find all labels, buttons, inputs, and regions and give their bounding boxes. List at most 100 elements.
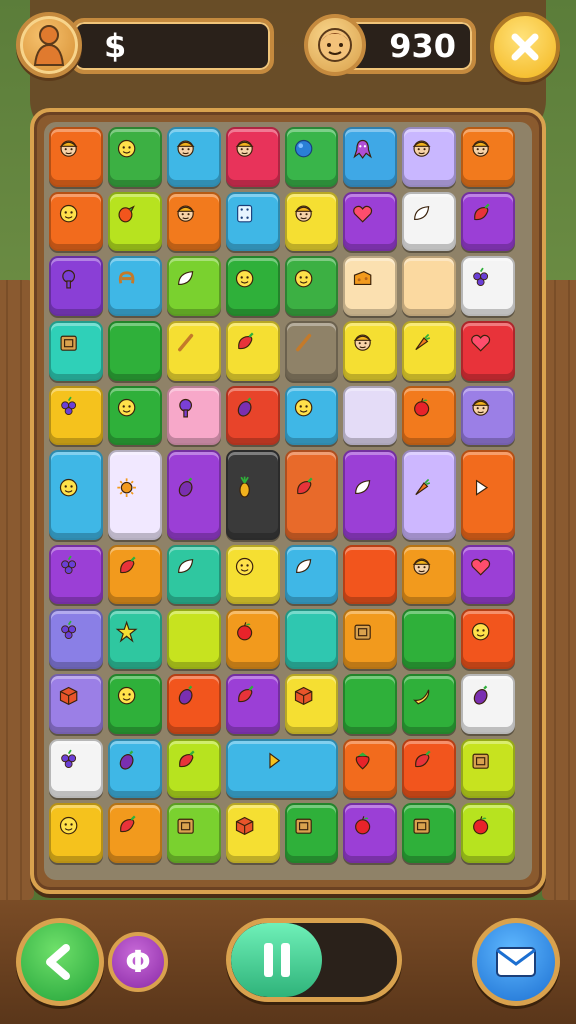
tile-star[interactable] xyxy=(107,609,162,670)
tile-cheese[interactable] xyxy=(343,256,398,316)
tile-person[interactable] xyxy=(166,191,221,252)
tile-ball[interactable] xyxy=(284,127,339,187)
tile-box[interactable] xyxy=(284,803,339,863)
tile-face[interactable] xyxy=(461,609,515,670)
tile-box[interactable] xyxy=(166,803,221,863)
tile-apple[interactable] xyxy=(225,609,280,670)
tile-pepper[interactable] xyxy=(402,738,457,799)
tile-play[interactable] xyxy=(461,450,515,540)
tile-pepper[interactable] xyxy=(107,544,162,605)
tile-none[interactable] xyxy=(107,320,162,381)
tile-leaf[interactable] xyxy=(402,191,457,252)
tile-grapes[interactable] xyxy=(461,256,515,316)
tile-sun[interactable] xyxy=(107,450,162,540)
tile-carrot[interactable] xyxy=(402,320,457,381)
tile-face[interactable] xyxy=(284,385,339,446)
tile-box[interactable] xyxy=(402,803,457,863)
tile-leaf[interactable] xyxy=(284,544,339,605)
tile-flag[interactable] xyxy=(225,738,339,799)
tile-box[interactable] xyxy=(343,609,398,670)
tile-pepper[interactable] xyxy=(225,674,280,734)
tile-cube[interactable] xyxy=(49,674,103,734)
tile-pineapple[interactable] xyxy=(225,450,280,540)
tile-pepper[interactable] xyxy=(107,803,162,863)
tile-none[interactable] xyxy=(166,609,221,670)
tile-face[interactable] xyxy=(225,544,280,605)
tile-pepper[interactable] xyxy=(461,191,515,252)
tile-person[interactable] xyxy=(343,320,398,381)
pause-toggle[interactable] xyxy=(226,918,402,1002)
tile-person[interactable] xyxy=(284,191,339,252)
tile-apple[interactable] xyxy=(461,803,515,863)
person-icon xyxy=(410,555,449,594)
tile-eggplant[interactable] xyxy=(461,674,515,734)
flag-icon xyxy=(263,749,302,788)
tile-grapes[interactable] xyxy=(49,544,103,605)
tile-tree[interactable] xyxy=(49,256,103,316)
special-button[interactable]: Φ xyxy=(108,932,168,992)
tile-pretzel[interactable] xyxy=(107,256,162,316)
tile-person[interactable] xyxy=(402,127,457,187)
close-icon[interactable] xyxy=(490,12,560,82)
tile-leaf[interactable] xyxy=(166,544,221,605)
tile-stick[interactable] xyxy=(284,320,339,381)
villager-icon[interactable] xyxy=(16,12,82,78)
tile-grapes[interactable] xyxy=(49,385,103,446)
tile-fruit[interactable] xyxy=(107,191,162,252)
tile-face[interactable] xyxy=(49,191,103,252)
tile-stick[interactable] xyxy=(166,320,221,381)
tile-person[interactable] xyxy=(166,127,221,187)
tile-grapes[interactable] xyxy=(49,738,103,799)
tile-heart[interactable] xyxy=(461,320,515,381)
tile-leaf[interactable] xyxy=(343,450,398,540)
tile-apple[interactable] xyxy=(343,803,398,863)
tile-person[interactable] xyxy=(225,127,280,187)
tile-none[interactable] xyxy=(402,256,457,316)
tile-face[interactable] xyxy=(49,450,103,540)
tile-dice[interactable] xyxy=(225,191,280,252)
tile-eggplant[interactable] xyxy=(107,738,162,799)
tile-apple[interactable] xyxy=(402,385,457,446)
tile-strawberry[interactable] xyxy=(343,738,398,799)
tile-eggplant[interactable] xyxy=(166,450,221,540)
tile-none[interactable] xyxy=(343,674,398,734)
back-arrow-icon[interactable] xyxy=(16,918,104,1006)
tile-box[interactable] xyxy=(461,738,515,799)
tile-none[interactable] xyxy=(343,385,398,446)
tile-person[interactable] xyxy=(461,127,515,187)
tile-box[interactable] xyxy=(49,320,103,381)
tile-eggplant[interactable] xyxy=(225,385,280,446)
box-icon xyxy=(410,814,449,853)
grapes-icon xyxy=(57,620,96,659)
tile-none[interactable] xyxy=(284,609,339,670)
tile-carrot[interactable] xyxy=(402,450,457,540)
tile-tree[interactable] xyxy=(166,385,221,446)
tile-face[interactable] xyxy=(284,256,339,316)
tile-heart[interactable] xyxy=(343,191,398,252)
tile-pepper[interactable] xyxy=(284,450,339,540)
tile-banana[interactable] xyxy=(402,674,457,734)
tile-face[interactable] xyxy=(49,803,103,863)
tile-none[interactable] xyxy=(343,544,398,605)
tile-face[interactable] xyxy=(107,385,162,446)
tile-face[interactable] xyxy=(225,256,280,316)
tile-person[interactable] xyxy=(49,127,103,187)
tile-person[interactable] xyxy=(461,385,515,446)
tile-face[interactable] xyxy=(107,127,162,187)
mail-icon[interactable] xyxy=(472,918,560,1006)
tile-leaf[interactable] xyxy=(166,256,221,316)
tile-eggplant[interactable] xyxy=(166,674,221,734)
tile-person[interactable] xyxy=(402,544,457,605)
carrot-icon xyxy=(410,331,449,370)
tile-cube[interactable] xyxy=(225,803,280,863)
pepper-icon xyxy=(174,749,213,788)
tile-cube[interactable] xyxy=(284,674,339,734)
tile-none[interactable] xyxy=(402,609,457,670)
person-icon xyxy=(174,202,213,241)
tile-face[interactable] xyxy=(107,674,162,734)
tile-grapes[interactable] xyxy=(49,609,103,670)
tile-pepper[interactable] xyxy=(166,738,221,799)
tile-heart[interactable] xyxy=(461,544,515,605)
tile-pepper[interactable] xyxy=(225,320,280,381)
tile-octopus[interactable] xyxy=(343,127,398,187)
